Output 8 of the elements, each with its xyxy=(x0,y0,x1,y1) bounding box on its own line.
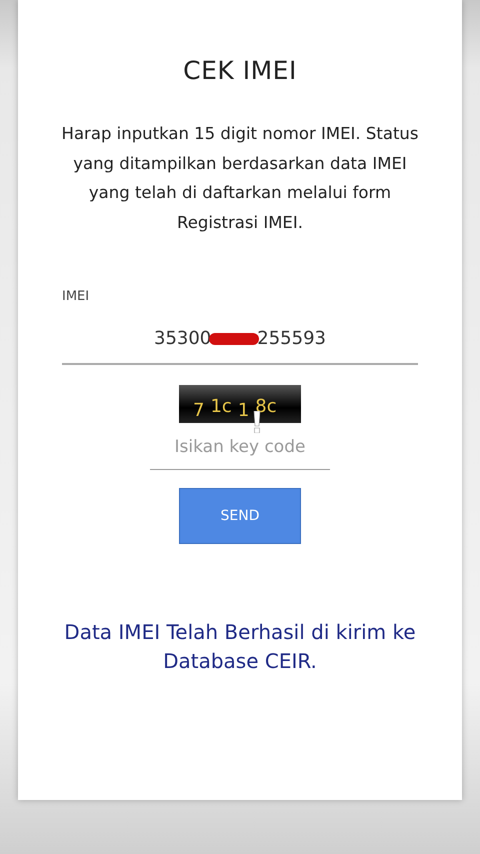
send-button[interactable]: SEND xyxy=(179,488,301,544)
imei-field[interactable]: 35300 255593 xyxy=(62,318,418,365)
instructions: Harap inputkan 15 digit nomor IMEI. Status yang ditampilkan berdasarkan data IMEI yang telah di daftarkan melalui form Registrasi IMEI. xyxy=(60,123,420,234)
field-label: IMEI xyxy=(62,289,90,304)
page-title: CEK IMEI xyxy=(183,56,297,85)
pointer-icon xyxy=(253,411,261,433)
redaction-mark xyxy=(209,332,260,344)
status-message: Data IMEI Telah Berhasil di kirim ke Database CEIR. xyxy=(63,619,417,675)
